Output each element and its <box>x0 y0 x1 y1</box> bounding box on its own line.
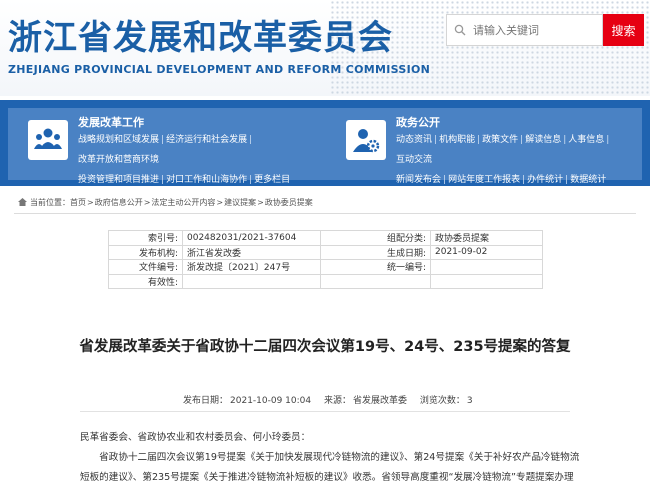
info-value: 浙江省发改委 <box>182 244 321 261</box>
info-label: 发布机构: <box>108 244 183 261</box>
separator: | <box>477 135 481 145</box>
nav-links-work: 战略规划和区域发展 | 经济运行和社会发展 |改革开放和营商环境 投资管理和项目推进 |… <box>78 130 318 190</box>
source-value: 省发展改革委 <box>353 396 408 406</box>
breadcrumb-separator: > <box>257 198 264 207</box>
nav-link[interactable]: 数据统计 <box>570 175 606 185</box>
info-label: 文件编号: <box>108 259 183 275</box>
search-button[interactable]: 搜索 <box>603 14 644 46</box>
breadcrumb-separator: > <box>216 198 224 207</box>
nav-link[interactable]: 更多栏目 <box>254 175 290 185</box>
search-input[interactable] <box>473 23 598 37</box>
separator: | <box>563 135 567 145</box>
nav-link[interactable]: 办件统计 <box>527 175 563 185</box>
info-label: 索引号: <box>108 230 183 246</box>
search-icon <box>447 24 473 36</box>
table-row: 发布机构: 浙江省发改委 生成日期: 2021-09-02 <box>108 244 543 261</box>
separator: | <box>161 135 165 145</box>
breadcrumb-item[interactable]: 首页 <box>70 197 86 208</box>
nav-link[interactable]: 机构职能 <box>439 135 475 145</box>
info-value: 政协委员提案 <box>430 230 543 246</box>
views-label: 浏览次数： <box>419 396 465 406</box>
nav-panel: 发展改革工作 战略规划和区域发展 | 经济运行和社会发展 |改革开放和营商环境 投资管… <box>8 108 642 185</box>
separator: | <box>249 175 253 185</box>
breadcrumb-item[interactable]: 法定主动公开内容 <box>151 197 215 208</box>
view-count: 3 <box>466 396 473 406</box>
breadcrumb-item[interactable]: 政协委员提案 <box>265 197 313 208</box>
nav-link[interactable]: 动态资讯 <box>396 135 432 145</box>
info-label: 生成日期: <box>320 244 431 261</box>
divider <box>80 411 570 412</box>
info-value <box>430 273 543 290</box>
separator: | <box>520 135 524 145</box>
site-title[interactable]: 浙江省发展和改革委员会 <box>8 10 393 59</box>
publish-date: 2021-10-09 10:04 <box>230 396 312 406</box>
nav-link[interactable]: 对口工作和山海协作 <box>166 175 247 185</box>
info-value: 浙发改提〔2021〕247号 <box>182 259 321 275</box>
nav-link[interactable]: 投资管理和项目推进 <box>78 175 159 185</box>
info-label: 组配分类: <box>320 230 431 246</box>
table-row: 文件编号: 浙发改提〔2021〕247号 统一编号: <box>108 259 543 275</box>
source-label: 来源： <box>324 396 352 406</box>
separator: | <box>606 135 610 145</box>
article-meta: 发布日期： 2021-10-09 10:04 来源： 省发展改革委 浏览次数： 3 <box>183 393 475 406</box>
info-label: 统一编号: <box>320 259 431 275</box>
date-label: 发布日期： <box>183 396 229 406</box>
document-info-table: 索引号: 002482031/2021-37604 组配分类: 政协委员提案 发… <box>108 230 543 290</box>
separator: | <box>161 175 165 185</box>
info-value <box>182 273 321 290</box>
article-paragraph: 民革省委会、省政协农业和农村委员会、何小玲委员： <box>80 432 311 443</box>
breadcrumb-separator: > <box>143 198 151 207</box>
breadcrumb-separator: > <box>87 198 94 207</box>
nav-title-gov[interactable]: 政务公开 <box>396 114 440 130</box>
nav-link[interactable]: 战略规划和区域发展 <box>78 135 159 145</box>
nav-links-gov: 动态资讯 | 机构职能 | 政策文件 | 解读信息 | 人事信息 |互动交流 新闻发布会 | 网站年度… <box>396 130 644 190</box>
nav-link[interactable]: 改革开放和营商环境 <box>78 155 159 165</box>
breadcrumb-prefix: 当前位置： <box>30 198 70 207</box>
nav-title-work[interactable]: 发展改革工作 <box>78 114 144 130</box>
main-nav: 发展改革工作 战略规划和区域发展 | 经济运行和社会发展 |改革开放和营商环境 投资管… <box>0 100 650 186</box>
info-value: 002482031/2021-37604 <box>182 230 321 246</box>
divider <box>14 213 636 214</box>
user-gear-icon <box>346 120 386 160</box>
info-value <box>430 259 543 275</box>
table-row: 有效性: <box>108 273 543 290</box>
breadcrumb-item[interactable]: 建议提案 <box>224 197 256 208</box>
info-value: 2021-09-02 <box>430 244 543 261</box>
info-label: 有效性: <box>108 273 183 290</box>
info-label <box>320 273 431 290</box>
breadcrumb: 当前位置： 首页 > 政府信息公开 > 法定主动公开内容 > 建议提案 > 政协… <box>18 197 313 208</box>
search-box[interactable] <box>446 14 603 46</box>
nav-link[interactable]: 解读信息 <box>525 135 561 145</box>
separator: | <box>434 135 438 145</box>
people-icon <box>28 120 68 160</box>
home-icon <box>18 197 27 208</box>
nav-link[interactable]: 经济运行和社会发展 <box>166 135 247 145</box>
nav-section-work: 发展改革工作 战略规划和区域发展 | 经济运行和社会发展 |改革开放和营商环境 投资管… <box>8 108 328 185</box>
article-paragraph: 短板的建议》、第235号提案《关于推进冷链物流补短板的建议》收悉。省领导高度重视… <box>80 472 574 483</box>
nav-link[interactable]: 互动交流 <box>396 155 432 165</box>
separator: | <box>565 175 569 185</box>
article-title: 省发展改革委关于省政协十二届四次会议第19号、24号、235号提案的答复 <box>79 339 571 355</box>
site-header: 浙江省发展和改革委员会 ZHEJIANG PROVINCIAL DEVELOPM… <box>0 0 650 96</box>
nav-link[interactable]: 政策文件 <box>482 135 518 145</box>
nav-link[interactable]: 网站年度工作报表 <box>448 175 520 185</box>
separator: | <box>443 175 447 185</box>
nav-link[interactable]: 新闻发布会 <box>396 175 441 185</box>
article-paragraph: 省政协十二届四次会议第19号提案《关于加快发展现代冷链物流的建议》、第24号提案… <box>80 452 580 463</box>
separator: | <box>522 175 526 185</box>
table-row: 索引号: 002482031/2021-37604 组配分类: 政协委员提案 <box>108 230 543 246</box>
nav-link[interactable]: 人事信息 <box>568 135 604 145</box>
separator: | <box>249 135 253 145</box>
breadcrumb-item[interactable]: 政府信息公开 <box>95 197 143 208</box>
nav-section-gov: 政务公开 动态资讯 | 机构职能 | 政策文件 | 解读信息 | 人事信息 |互动交流 新闻发布会… <box>330 108 642 185</box>
site-subtitle: ZHEJIANG PROVINCIAL DEVELOPMENT AND REFO… <box>8 63 431 76</box>
